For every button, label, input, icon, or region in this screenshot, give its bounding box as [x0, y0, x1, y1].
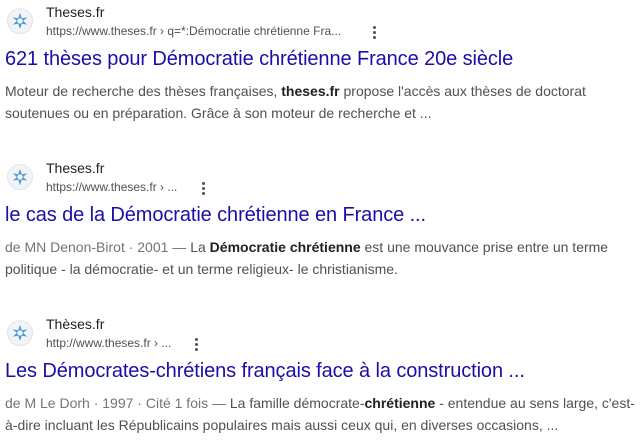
site-url: https://www.theses.fr › q=*:Démocratie c… — [46, 24, 342, 38]
more-options-icon[interactable] — [366, 22, 382, 42]
result-snippet: Moteur de recherche des thèses française… — [5, 83, 586, 121]
result-title-link[interactable]: 621 thèses pour Démocratie chrétienne Fr… — [5, 48, 513, 71]
search-result: Theses.fr https://www.theses.fr › ... le… — [0, 160, 642, 277]
search-result: Theses.fr https://www.theses.fr › q=*:Dé… — [0, 4, 642, 121]
result-source[interactable]: Theses.fr https://www.theses.fr › ... — [0, 160, 642, 200]
result-title-link[interactable]: Les Démocrates-chrétiens français face à… — [5, 360, 525, 383]
search-result: Thèses.fr http://www.theses.fr › ... Les… — [0, 316, 642, 433]
site-name: Theses.fr — [46, 160, 105, 176]
site-url: https://www.theses.fr › ... — [46, 180, 178, 194]
result-snippet: de MN Denon-Birot · 2001 — La Démocratie… — [5, 239, 609, 277]
site-url: http://www.theses.fr › ... — [46, 336, 172, 350]
more-options-icon[interactable] — [195, 178, 211, 198]
site-name: Theses.fr — [46, 4, 105, 20]
theses-star-icon — [7, 8, 33, 34]
theses-star-icon — [7, 320, 33, 346]
result-snippet: de M Le Dorh · 1997 · Cité 1 fois — La f… — [5, 395, 635, 433]
site-name: Thèses.fr — [46, 316, 105, 332]
result-source[interactable]: Thèses.fr http://www.theses.fr › ... — [0, 316, 642, 356]
more-options-icon[interactable] — [188, 334, 204, 354]
result-title-link[interactable]: le cas de la Démocratie chrétienne en Fr… — [5, 204, 426, 227]
theses-star-icon — [7, 164, 33, 190]
result-source[interactable]: Theses.fr https://www.theses.fr › q=*:Dé… — [0, 4, 642, 44]
